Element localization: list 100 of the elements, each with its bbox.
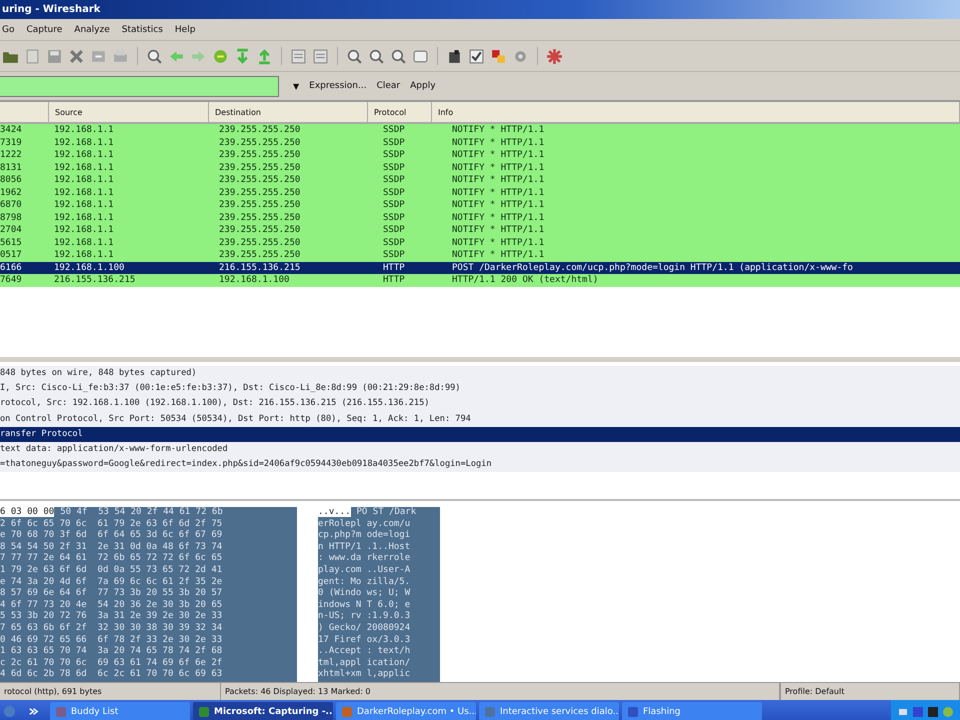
table-cell-text: NOTIFY * HTTP/1.1	[451, 199, 546, 212]
column-header[interactable]: Info	[432, 102, 960, 122]
toolbar-link[interactable]: Clear	[376, 81, 400, 91]
up-arrow-icon[interactable]	[256, 48, 273, 64]
packet-row[interactable]: 0517 192.168.1.1 239.255.255.250 SSDP NOTIFY * HTTP/1.1	[0, 249, 960, 262]
printer-icon[interactable]	[112, 48, 129, 64]
taskbar-button[interactable]: Buddy List	[50, 702, 190, 720]
down-arrow-icon[interactable]	[234, 48, 251, 64]
table-cell-text: 192.168.1.1	[53, 236, 115, 249]
taskbar-button[interactable]: Interactive services dialo...	[479, 702, 619, 720]
table-cell-text: SSDP	[382, 186, 406, 199]
table-cell-text: 239.255.255.250	[218, 124, 302, 136]
menu-item[interactable]: Go	[2, 24, 14, 34]
table-cell-text: 192.168.1.1	[53, 212, 115, 224]
packet-row[interactable]: 7649 216.155.136.215 192.168.1.100 HTTP HTTP/1.1 200 OK (text/html)	[0, 274, 960, 286]
table-cell-text: SSDP	[382, 136, 406, 149]
menu-item[interactable]: Analyze	[74, 24, 110, 34]
ascii-bytes: 17 Firef ox/3.0.3	[318, 634, 410, 645]
packet-row[interactable]: 1962 192.168.1.1 239.255.255.250 SSDP NOTIFY * HTTP/1.1	[0, 186, 960, 199]
table-cell-text: 0517	[0, 249, 23, 262]
document-icon[interactable]	[24, 48, 41, 64]
table-cell-text: POST /DarkerRoleplay.com/ucp.php?mode=login HTTP/1.1 (application/x-www-fo	[451, 262, 854, 274]
detail-row[interactable]: on Control Protocol, Src Port: 50534 (50534), Dst Port: http (80), Seq: 1, Ack: 1, Len: 794	[0, 412, 960, 427]
palette-icon[interactable]	[490, 48, 507, 64]
packet-row[interactable]: 6870 192.168.1.1 239.255.255.250 SSDP NOTIFY * HTTP/1.1	[0, 199, 960, 212]
hex-bytes: 0 46 69 72 65 66 6f 78 2f 33 2e 30 2e 33	[0, 634, 222, 645]
window-icon	[198, 706, 210, 718]
hex-bytes: c 2c 61 70 70 6c 69 63 61 74 69 6f 6e 2f	[0, 658, 222, 668]
packet-row[interactable]: 5615 192.168.1.1 239.255.255.250 SSDP NOTIFY * HTTP/1.1	[0, 236, 960, 249]
table-cell-text: NOTIFY * HTTP/1.1	[451, 174, 546, 186]
table-cell-text: 192.168.1.100	[218, 274, 290, 286]
table-cell-text: 7319	[0, 136, 23, 149]
table-cell-text: 1222	[0, 149, 23, 162]
table-cell-text: 1962	[0, 186, 23, 199]
table-cell-text: 6870	[0, 199, 23, 212]
table-cell-text: 3424	[0, 124, 23, 136]
hex-bytes: e 74 3a 20 4d 6f 7a 69 6c 6c 61 2f 35 2e	[0, 576, 222, 587]
column-header[interactable]: Source	[49, 102, 209, 122]
ascii-bytes: PO ST /Dark	[356, 507, 416, 517]
window-title: uring - Wireshark	[2, 4, 100, 15]
detail-row[interactable]: 848 bytes on wire, 848 bytes captured)	[0, 366, 960, 382]
hex-bytes: 1 63 63 65 70 74 3a 20 74 65 78 74 2f 68	[0, 646, 222, 656]
table-cell-text: SSDP	[382, 199, 406, 212]
list-icon[interactable]	[312, 48, 329, 64]
table-cell-text: 192.168.1.1	[53, 124, 115, 136]
table-cell-text: 6166	[0, 262, 23, 274]
hex-bytes: 6 03 00 00	[0, 507, 54, 517]
table-cell-text: SSDP	[382, 162, 406, 174]
dropdown-arrow[interactable]: ▼	[293, 82, 300, 90]
checkbox-icon[interactable]	[468, 48, 485, 64]
list-icon[interactable]	[290, 48, 307, 64]
square-icon[interactable]	[412, 48, 429, 64]
menu-item[interactable]: Statistics	[122, 24, 163, 34]
menu-item[interactable]: Help	[174, 24, 196, 34]
hex-bytes: 4 6f 77 73 20 4e 54 20 36 2e 30 3b 20 65	[0, 600, 222, 610]
menu-item[interactable]: Capture	[26, 24, 62, 34]
table-cell-text: 239.255.255.250	[218, 224, 302, 236]
table-cell-text: 8131	[0, 162, 23, 174]
zoom-icon[interactable]	[368, 48, 385, 64]
packet-row[interactable]: 8798 192.168.1.1 239.255.255.250 SSDP NOTIFY * HTTP/1.1	[0, 212, 960, 224]
ascii-bytes: n HTTP/1 .1..Host	[318, 542, 410, 552]
detail-row[interactable]: text data: application/x-www-form-urlencoded	[0, 442, 960, 458]
table-cell-text: SSDP	[382, 174, 406, 186]
ascii-bytes: 0 (Windo ws; U; W	[318, 588, 410, 598]
table-cell-text: 239.255.255.250	[218, 162, 302, 174]
table-cell-text: 239.255.255.250	[218, 136, 302, 149]
table-cell-text: HTTP	[382, 274, 406, 286]
packet-row[interactable]: 1222 192.168.1.1 239.255.255.250 SSDP NOTIFY * HTTP/1.1	[0, 149, 960, 162]
detail-row[interactable]: ransfer Protocol	[0, 426, 960, 442]
detail-row[interactable]: =thatoneguy&password=Google&redirect=index.php&sid=2406af9c0594430eb0918a4035ee2bf7&login=Login	[0, 457, 960, 472]
window-icon	[484, 706, 496, 718]
detail-row[interactable]: I, Src: Cisco-Li_fe:b3:37 (00:1e:e5:fe:b3:37), Dst: Cisco-Li_8e:8d:99 (00:21:29:8e:8d:99)	[0, 381, 960, 396]
ascii-bytes: ..v...	[318, 507, 351, 517]
packet-row[interactable]: 7319 192.168.1.1 239.255.255.250 SSDP NOTIFY * HTTP/1.1	[0, 136, 960, 149]
detail-row[interactable]: rotocol, Src: 192.168.1.100 (192.168.1.100), Dst: 216.155.136.215 (216.155.136.215)	[0, 396, 960, 412]
search-icon[interactable]	[146, 48, 163, 64]
close-icon[interactable]	[68, 48, 85, 64]
table-cell-text: 239.255.255.250	[218, 249, 302, 262]
taskbar-button[interactable]: Flashing	[622, 702, 762, 720]
taskbar-button[interactable]: Microsoft: Capturing -...	[193, 702, 333, 720]
packet-row[interactable]: 6166 192.168.1.100 216.155.136.215 HTTP POST /DarkerRoleplay.com/ucp.php?mode=login HTTP/1.1 (application/x-www-fo	[0, 262, 960, 274]
ascii-bytes: n-US; rv :1.9.0.3	[318, 611, 410, 622]
zoom-icon[interactable]	[346, 48, 363, 64]
asterisk-icon[interactable]	[546, 48, 563, 64]
filter-field[interactable]	[0, 76, 279, 96]
hex-bytes: 5 53 3b 20 72 76 3a 31 2e 39 2e 30 2e 33	[0, 611, 222, 622]
hex-bytes: 4 6d 6c 2b 78 6d 6c 2c 61 70 70 6c 69 63	[0, 669, 222, 680]
packet-row[interactable]: 3424 192.168.1.1 239.255.255.250 SSDP NOTIFY * HTTP/1.1	[0, 124, 960, 136]
bar-chart-icon[interactable]	[446, 48, 463, 64]
column-header[interactable]: Destination	[209, 102, 368, 122]
toolbar-link[interactable]: Expression...	[309, 81, 367, 91]
packet-row[interactable]: 8056 192.168.1.1 239.255.255.250 SSDP NOTIFY * HTTP/1.1	[0, 174, 960, 186]
packet-row[interactable]: 8131 192.168.1.1 239.255.255.250 SSDP NOTIFY * HTTP/1.1	[0, 162, 960, 174]
table-cell-text: SSDP	[382, 212, 406, 224]
packet-row[interactable]: 2704 192.168.1.1 239.255.255.250 SSDP NOTIFY * HTTP/1.1	[0, 224, 960, 236]
column-header[interactable]: Protocol	[368, 102, 432, 122]
square-icon[interactable]	[927, 706, 939, 718]
toolbar-link[interactable]: Apply	[410, 81, 436, 91]
zoom-icon[interactable]	[390, 48, 407, 64]
table-cell-text: 239.255.255.250	[218, 199, 302, 212]
